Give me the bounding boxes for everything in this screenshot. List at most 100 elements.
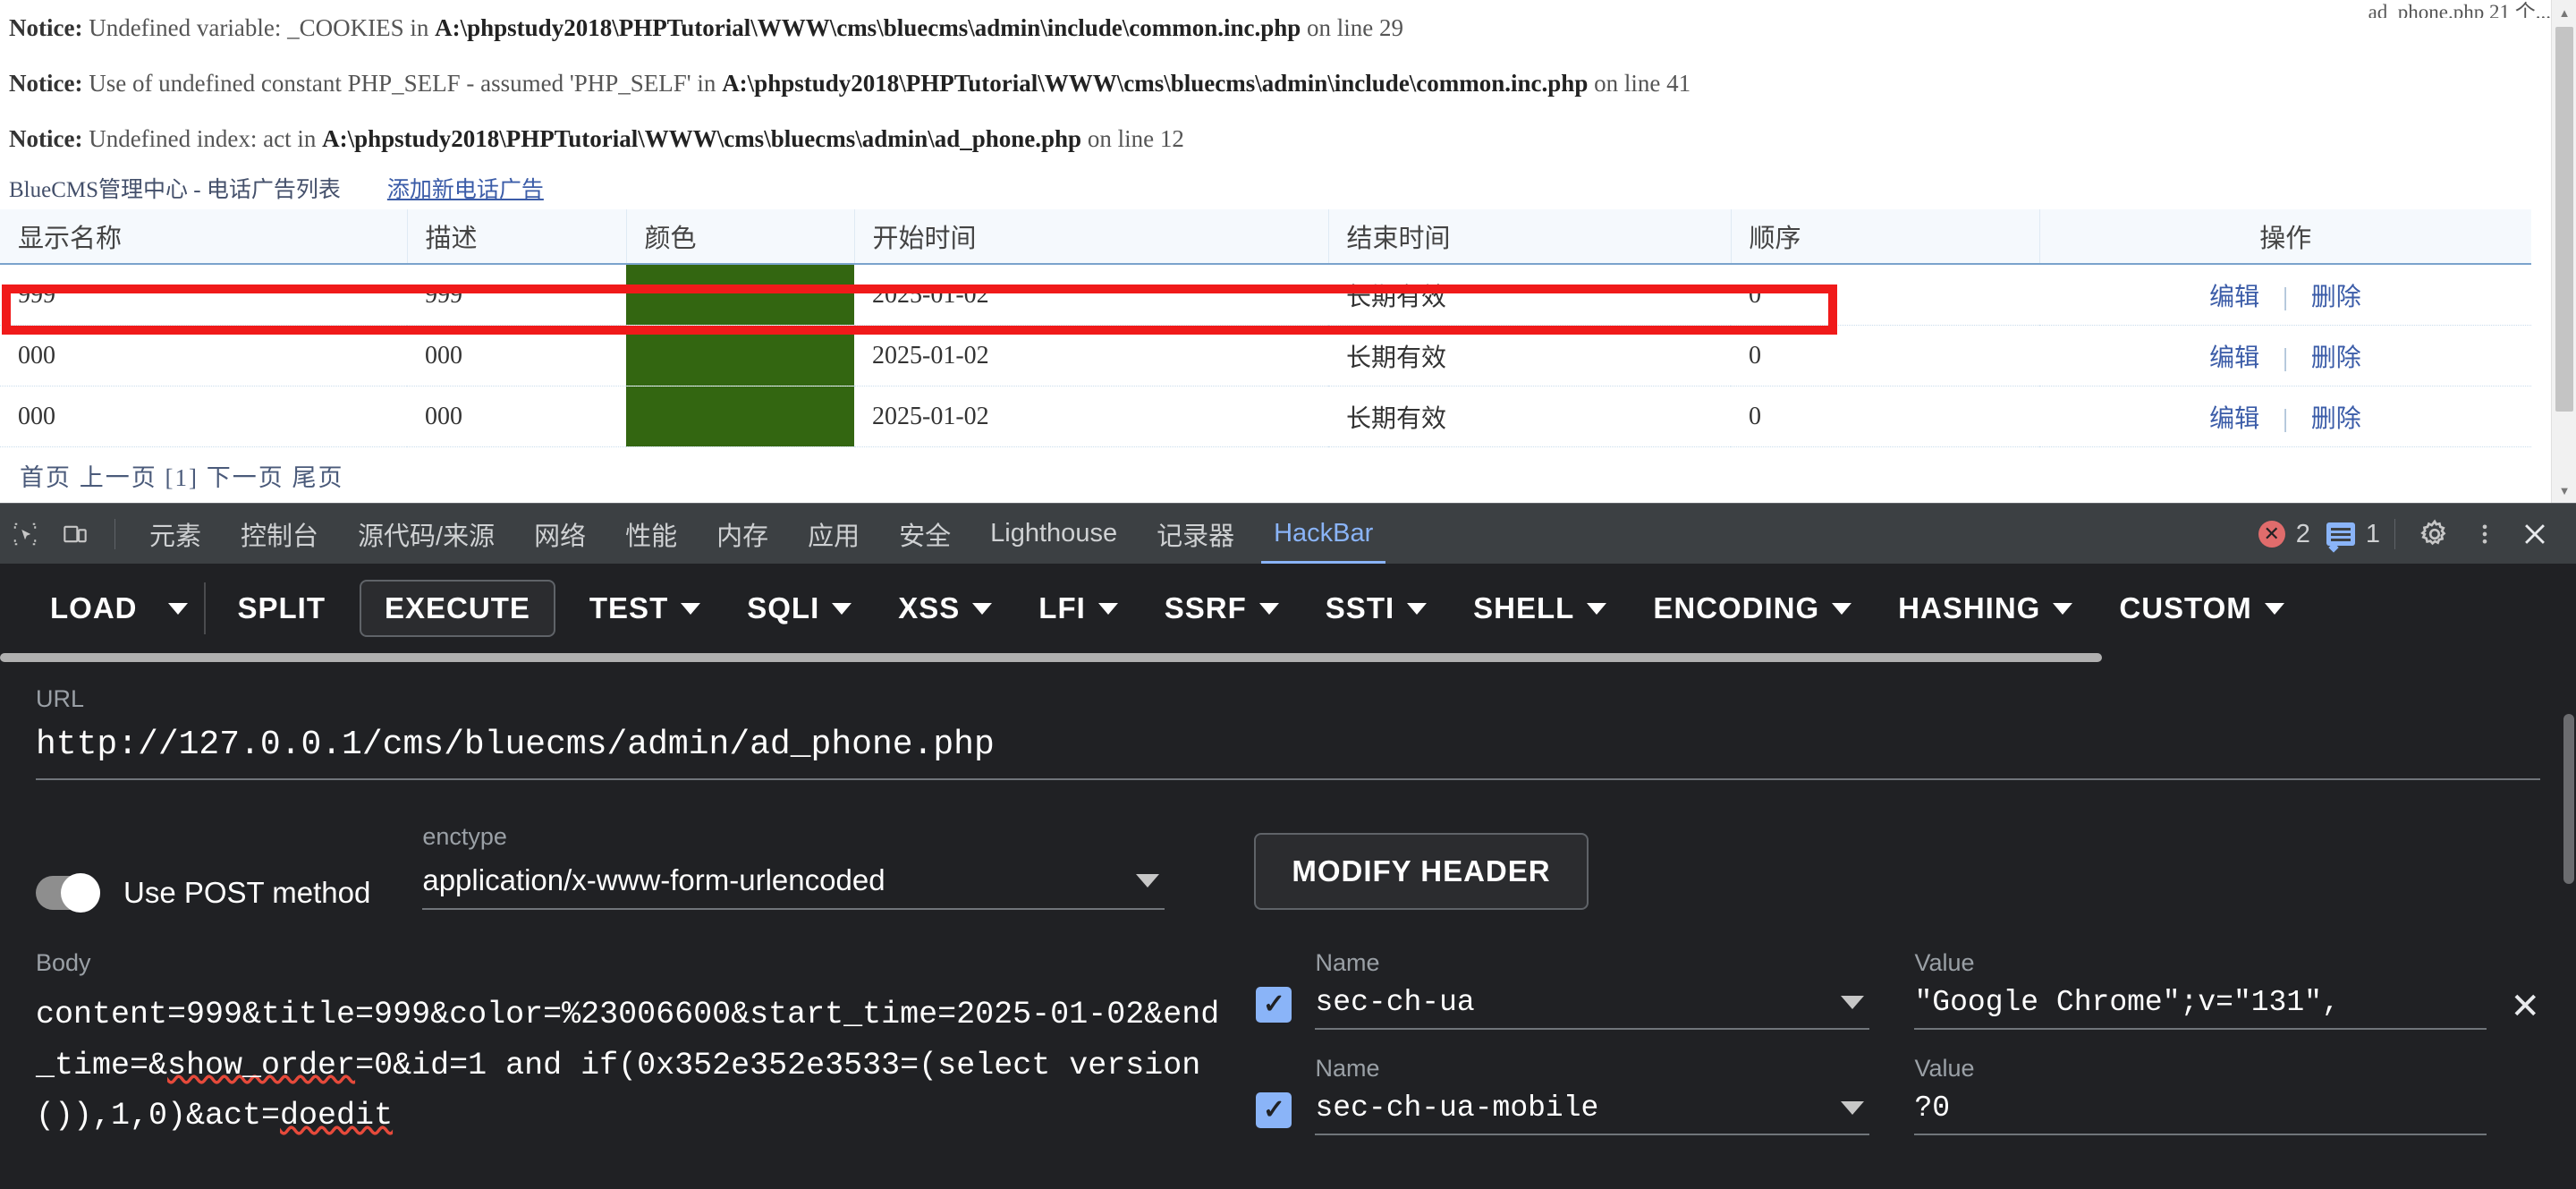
- hackbar-ssti-label: SSTI: [1325, 591, 1395, 624]
- scrollbar-thumb[interactable]: [0, 653, 2102, 662]
- url-label: URL: [36, 685, 85, 712]
- pagination[interactable]: 首页 上一页 [1] 下一页 尾页: [0, 447, 2576, 493]
- operation-separator: |: [2283, 404, 2288, 433]
- hackbar-hashing-button[interactable]: HASHING: [1875, 580, 2096, 637]
- table-header-row: 显示名称 描述 颜色 开始时间 结束时间 顺序 操作: [0, 209, 2531, 265]
- hackbar-split-button[interactable]: SPLIT: [215, 580, 350, 637]
- hackbar-split-label: SPLIT: [237, 591, 326, 624]
- header-value-input[interactable]: ?0: [1914, 1091, 2487, 1135]
- cell-operations: 编辑 | 删除: [2039, 325, 2531, 386]
- operation-separator: |: [2283, 283, 2288, 311]
- notice-label: Notice:: [9, 69, 83, 97]
- hackbar-load-button[interactable]: LOAD: [27, 580, 161, 637]
- inspect-element-icon[interactable]: [0, 504, 50, 565]
- url-field-group: URL http://127.0.0.1/cms/bluecms/admin/a…: [36, 685, 2540, 780]
- toolbar-divider: [114, 518, 115, 549]
- use-post-method-toggle[interactable]: Use POST method: [36, 873, 370, 913]
- tab-lighthouse[interactable]: Lighthouse: [970, 504, 1137, 565]
- tab-console[interactable]: 控制台: [221, 504, 338, 565]
- message-icon: [2326, 522, 2355, 546]
- enctype-select[interactable]: application/x-www-form-urlencoded: [422, 863, 1165, 910]
- tab-security[interactable]: 安全: [879, 504, 970, 565]
- more-options-icon[interactable]: [2460, 504, 2510, 565]
- delete-link[interactable]: 删除: [2311, 344, 2361, 372]
- header-value-value: "Google Chrome";v="131",: [1914, 986, 2340, 1019]
- hackbar-custom-button[interactable]: CUSTOM: [2096, 580, 2307, 637]
- tab-memory[interactable]: 内存: [697, 504, 788, 565]
- remove-header-icon[interactable]: ✕: [2510, 989, 2540, 1024]
- hackbar-xss-label: XSS: [898, 591, 961, 624]
- delete-link[interactable]: 删除: [2311, 405, 2361, 433]
- chevron-down-icon: [681, 602, 701, 615]
- devtools-tabbar: 元素 控制台 源代码/来源 网络 性能 内存 应用 安全 Lighthouse …: [0, 503, 2576, 565]
- error-badge[interactable]: ✕ 2: [2258, 520, 2310, 549]
- header-name-input[interactable]: sec-ch-ua-mobile: [1315, 1091, 1870, 1135]
- hackbar-lfi-button[interactable]: LFI: [1015, 580, 1140, 637]
- tab-sources[interactable]: 源代码/来源: [338, 504, 514, 565]
- devtools-toolbar-right: ✕ 2 1: [2242, 504, 2576, 565]
- cell-end: 长期有效: [1328, 325, 1731, 386]
- tab-elements[interactable]: 元素: [130, 504, 221, 565]
- check-icon: ✓: [1262, 1095, 1286, 1125]
- edit-link[interactable]: 编辑: [2209, 405, 2259, 433]
- notice-path: A:\phpstudy2018\PHPTutorial\WWW\cms\blue…: [722, 69, 1589, 97]
- col-header-order: 顺序: [1731, 209, 2040, 265]
- hackbar-sqli-label: SQLI: [747, 591, 820, 624]
- tab-recorder[interactable]: 记录器: [1137, 504, 1254, 565]
- hackbar-test-button[interactable]: TEST: [566, 580, 724, 637]
- scrollbar-thumb[interactable]: [2563, 714, 2574, 884]
- hackbar-load-dropdown[interactable]: [161, 580, 195, 637]
- body-text-part4: doedit: [280, 1098, 394, 1134]
- delete-link[interactable]: 删除: [2311, 284, 2361, 311]
- cell-order: 0: [1731, 325, 2039, 386]
- color-swatch: [626, 386, 854, 446]
- body-input[interactable]: content=999&title=999&color=%23006600&st…: [36, 989, 1224, 1142]
- scroll-up-icon[interactable]: ▲: [2552, 0, 2576, 25]
- hackbar-xss-button[interactable]: XSS: [875, 580, 1015, 637]
- page-scrollbar[interactable]: ▲ ▼: [2551, 0, 2576, 503]
- cell-order: 0: [1731, 264, 2039, 326]
- message-badge[interactable]: 1: [2326, 520, 2380, 549]
- hackbar-toolbar-scrollbar[interactable]: [0, 653, 2576, 662]
- chevron-down-icon: [1097, 602, 1118, 615]
- hackbar-hashing-label: HASHING: [1898, 591, 2041, 624]
- tab-hackbar[interactable]: HackBar: [1254, 504, 1393, 565]
- url-input[interactable]: http://127.0.0.1/cms/bluecms/admin/ad_ph…: [36, 726, 2540, 780]
- body-label: Body: [36, 949, 91, 976]
- edit-link[interactable]: 编辑: [2209, 284, 2259, 311]
- tab-application[interactable]: 应用: [788, 504, 879, 565]
- chevron-down-icon: [832, 602, 852, 615]
- col-header-end: 结束时间: [1328, 209, 1732, 265]
- scrollbar-thumb[interactable]: [2555, 27, 2573, 412]
- chevron-down-icon: [1587, 602, 1607, 615]
- header-entry: ✓ Name sec-ch-ua-mobile Value ?0: [1256, 1055, 2540, 1135]
- hackbar-encoding-button[interactable]: ENCODING: [1630, 580, 1875, 637]
- cell-name: 999: [0, 264, 407, 326]
- modify-header-button[interactable]: MODIFY HEADER: [1254, 833, 1589, 910]
- tab-network[interactable]: 网络: [514, 504, 606, 565]
- error-count: 2: [2295, 519, 2310, 548]
- header-value-input[interactable]: "Google Chrome";v="131",: [1914, 986, 2487, 1030]
- hackbar-sqli-button[interactable]: SQLI: [724, 580, 875, 637]
- header-enabled-checkbox[interactable]: ✓: [1256, 1092, 1292, 1128]
- hackbar-ssrf-button[interactable]: SSRF: [1141, 580, 1302, 637]
- add-phone-ad-link[interactable]: 添加新电话广告: [387, 172, 544, 204]
- hackbar-execute-button[interactable]: EXECUTE: [360, 580, 555, 637]
- tab-performance[interactable]: 性能: [606, 504, 697, 565]
- toggle-switch[interactable]: [36, 873, 100, 913]
- cell-start: 2025-01-02: [854, 325, 1328, 386]
- close-icon[interactable]: [2510, 504, 2560, 565]
- header-enabled-checkbox[interactable]: ✓: [1256, 987, 1292, 1023]
- php-notice-row: Notice: Undefined index: act in A:\phpst…: [0, 111, 2576, 166]
- hackbar-shell-button[interactable]: SHELL: [1450, 580, 1630, 637]
- chevron-down-icon: [972, 602, 993, 615]
- header-name-value: sec-ch-ua-mobile: [1315, 1091, 1599, 1125]
- gear-icon[interactable]: [2410, 504, 2460, 565]
- header-name-input[interactable]: sec-ch-ua: [1315, 986, 1870, 1030]
- chevron-down-icon: [1407, 602, 1428, 615]
- device-toolbar-icon[interactable]: [50, 504, 100, 565]
- scroll-down-icon[interactable]: ▼: [2552, 478, 2576, 503]
- edit-link[interactable]: 编辑: [2209, 344, 2259, 372]
- hackbar-ssti-button[interactable]: SSTI: [1302, 580, 1450, 637]
- devtools-scrollbar[interactable]: [2562, 624, 2576, 1189]
